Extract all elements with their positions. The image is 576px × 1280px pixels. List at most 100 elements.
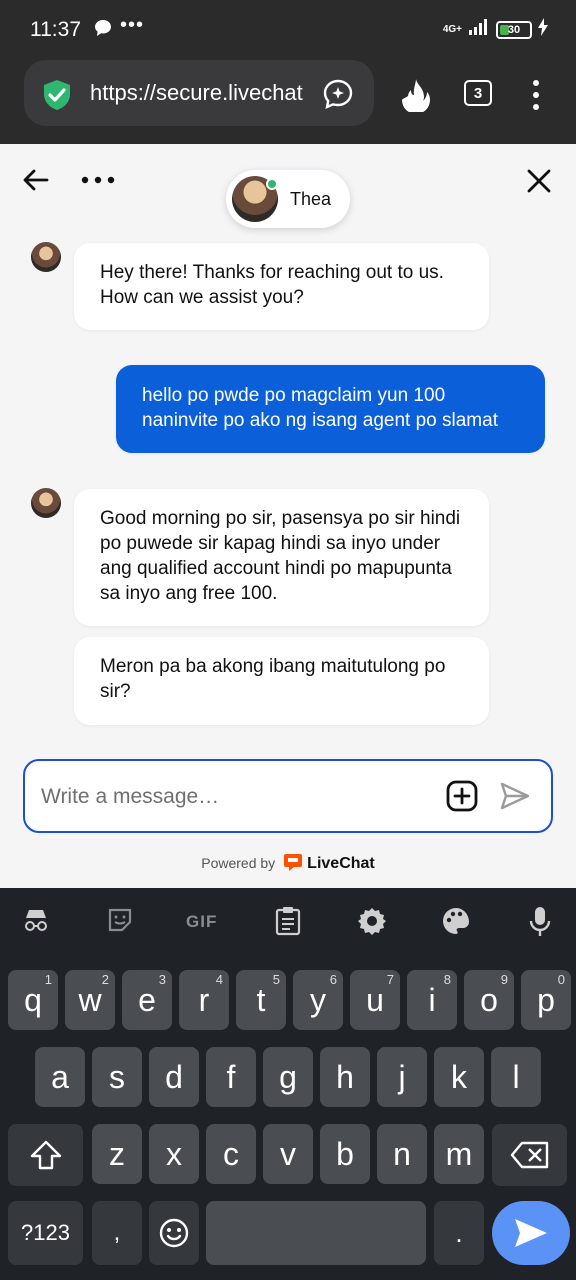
key-letter: n bbox=[393, 1135, 411, 1172]
backspace-icon bbox=[510, 1141, 548, 1169]
sticker-icon[interactable] bbox=[106, 906, 134, 939]
backspace-key[interactable] bbox=[492, 1124, 567, 1186]
key-s[interactable]: s bbox=[92, 1047, 142, 1107]
key-letter: h bbox=[336, 1058, 354, 1095]
attach-plus-icon[interactable] bbox=[445, 779, 479, 818]
emoji-key[interactable] bbox=[149, 1201, 199, 1265]
more-options-icon[interactable] bbox=[80, 166, 116, 199]
key-j[interactable]: j bbox=[377, 1047, 427, 1107]
key-letter: p bbox=[537, 981, 555, 1018]
message-line: How can we assist you? bbox=[100, 287, 304, 308]
secure-shield-icon[interactable] bbox=[40, 78, 74, 117]
key-k[interactable]: k bbox=[434, 1047, 484, 1107]
message-input[interactable] bbox=[41, 781, 421, 813]
key-w[interactable]: w2 bbox=[65, 970, 115, 1030]
period-key[interactable]: . bbox=[434, 1201, 484, 1265]
clock: 11:37 bbox=[30, 18, 81, 41]
key-c[interactable]: c bbox=[206, 1124, 256, 1184]
fire-icon[interactable] bbox=[400, 78, 432, 117]
key-number-hint: 0 bbox=[557, 972, 565, 987]
address-bar[interactable]: https://secure.livechat bbox=[24, 60, 374, 126]
send-message-icon[interactable] bbox=[499, 781, 531, 816]
key-u[interactable]: u7 bbox=[350, 970, 400, 1030]
key-number-hint: 7 bbox=[386, 972, 394, 987]
key-l[interactable]: l bbox=[491, 1047, 541, 1107]
online-status-indicator bbox=[266, 178, 278, 190]
keyboard-toolbar: GIF bbox=[0, 888, 576, 956]
back-arrow-icon[interactable] bbox=[22, 166, 50, 199]
key-v[interactable]: v bbox=[263, 1124, 313, 1184]
send-arrow-icon bbox=[515, 1219, 547, 1247]
key-t[interactable]: t5 bbox=[236, 970, 286, 1030]
key-number-hint: 1 bbox=[44, 972, 52, 987]
message-composer bbox=[23, 759, 553, 833]
palette-icon[interactable] bbox=[441, 906, 471, 941]
symbols-key[interactable]: ?123 bbox=[8, 1201, 83, 1265]
key-letter: y bbox=[310, 981, 326, 1018]
key-m[interactable]: m bbox=[434, 1124, 484, 1184]
key-y[interactable]: y6 bbox=[293, 970, 343, 1030]
livechat-logo-icon bbox=[283, 852, 303, 875]
message-bubble-user: hello po pwde po magclaim yun 100 naninv… bbox=[116, 365, 545, 453]
agent-name: Thea bbox=[290, 189, 332, 209]
key-e[interactable]: e3 bbox=[122, 970, 172, 1030]
message-line: sir? bbox=[100, 681, 131, 702]
clipboard-icon[interactable] bbox=[274, 906, 302, 941]
keyboard-send-button[interactable] bbox=[492, 1201, 570, 1265]
key-letter: l bbox=[512, 1058, 520, 1095]
status-bar: 11:37 ••• 4G+ 30 bbox=[0, 0, 576, 60]
key-q[interactable]: q1 bbox=[8, 970, 58, 1030]
settings-gear-icon[interactable] bbox=[357, 906, 387, 941]
powered-by-footer: Powered by LiveChat bbox=[0, 852, 576, 875]
url-text[interactable]: https://secure.livechat bbox=[90, 80, 303, 106]
message-line: ang qualified account hindi po mapupunta bbox=[100, 558, 452, 579]
key-h[interactable]: h bbox=[320, 1047, 370, 1107]
key-number-hint: 4 bbox=[215, 972, 223, 987]
key-letter: i bbox=[428, 981, 436, 1018]
key-f[interactable]: f bbox=[206, 1047, 256, 1107]
tab-switcher-button[interactable]: 3 bbox=[464, 80, 492, 106]
key-n[interactable]: n bbox=[377, 1124, 427, 1184]
shift-arrow-icon bbox=[30, 1140, 61, 1170]
shift-key[interactable] bbox=[8, 1124, 83, 1186]
key-number-hint: 5 bbox=[272, 972, 280, 987]
key-p[interactable]: p0 bbox=[521, 970, 571, 1030]
key-r[interactable]: r4 bbox=[179, 970, 229, 1030]
key-letter: e bbox=[138, 981, 156, 1018]
incognito-icon[interactable] bbox=[22, 906, 50, 939]
close-icon[interactable] bbox=[526, 168, 552, 199]
key-letter: r bbox=[198, 981, 210, 1018]
key-d[interactable]: d bbox=[149, 1047, 199, 1107]
message-line: hello po pwde po magclaim yun 100 bbox=[142, 385, 446, 406]
spacebar[interactable] bbox=[206, 1201, 426, 1265]
key-letter: c bbox=[223, 1135, 239, 1172]
key-a[interactable]: a bbox=[35, 1047, 85, 1107]
key-i[interactable]: i8 bbox=[407, 970, 457, 1030]
agent-avatar-small bbox=[31, 488, 61, 518]
key-letter: z bbox=[109, 1135, 125, 1172]
ai-chat-icon[interactable] bbox=[322, 78, 354, 115]
network-type: 4G+ bbox=[442, 23, 462, 35]
key-letter: g bbox=[279, 1058, 297, 1095]
battery-level: 30 bbox=[507, 23, 521, 36]
key-z[interactable]: z bbox=[92, 1124, 142, 1184]
key-letter: u bbox=[366, 981, 384, 1018]
gif-button[interactable]: GIF bbox=[186, 912, 217, 932]
more-notifications-icon: ••• bbox=[120, 14, 145, 36]
key-letter: q bbox=[24, 981, 42, 1018]
overflow-menu-icon[interactable] bbox=[530, 78, 542, 117]
status-icons: 4G+ 30 bbox=[443, 18, 548, 41]
key-number-hint: 2 bbox=[101, 972, 109, 987]
key-x[interactable]: x bbox=[149, 1124, 199, 1184]
emoji-icon bbox=[159, 1218, 189, 1248]
key-g[interactable]: g bbox=[263, 1047, 313, 1107]
comma-key[interactable]: , bbox=[92, 1201, 142, 1265]
livechat-brand[interactable]: LiveChat bbox=[307, 855, 375, 872]
agent-header: Thea bbox=[226, 170, 350, 228]
microphone-icon[interactable] bbox=[528, 906, 552, 943]
message-line: Hey there! Thanks for reaching out to us… bbox=[100, 262, 444, 283]
key-o[interactable]: o9 bbox=[464, 970, 514, 1030]
message-line: Meron pa ba akong ibang maitutulong po bbox=[100, 656, 446, 677]
key-letter: a bbox=[51, 1058, 69, 1095]
key-b[interactable]: b bbox=[320, 1124, 370, 1184]
